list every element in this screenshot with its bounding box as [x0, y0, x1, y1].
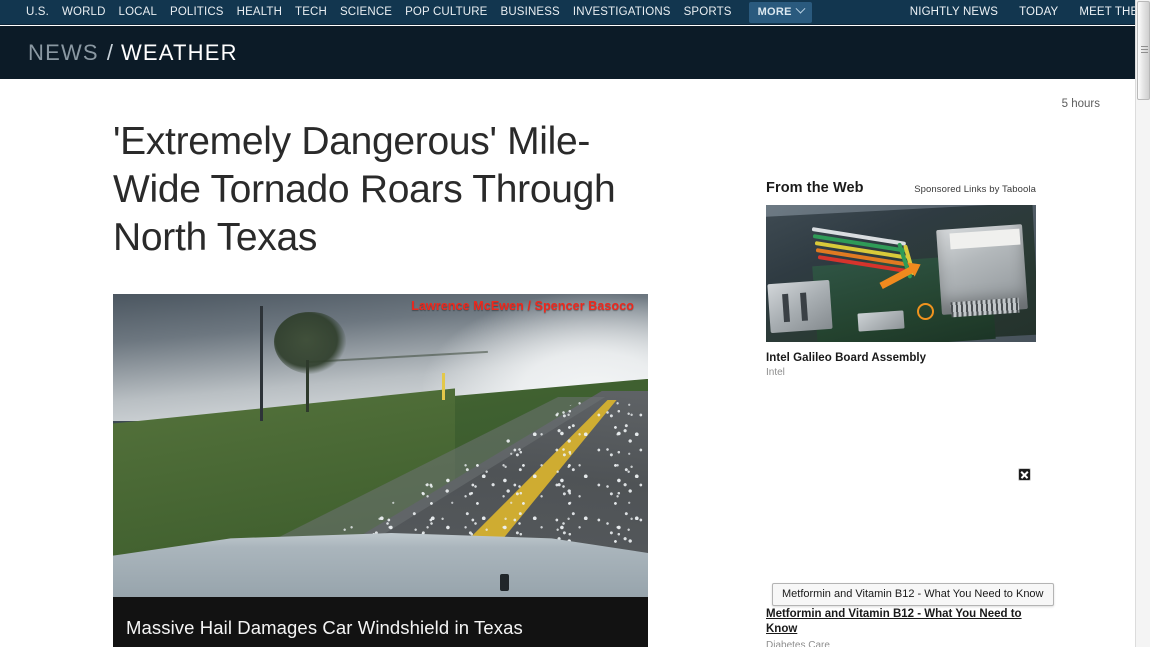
- nav-item-politics[interactable]: POLITICS: [170, 0, 224, 24]
- article-main-column: 'Extremely Dangerous' Mile-Wide Tornado …: [113, 118, 648, 647]
- video-utility-pole: [260, 306, 263, 422]
- from-the-web-title: From the Web: [766, 180, 864, 196]
- sponsored-ad-source-intel: Intel: [766, 367, 785, 378]
- more-menu-button[interactable]: MORE: [748, 1, 812, 23]
- nav-item-meet-the-press[interactable]: MEET THE PRESS: [1079, 0, 1135, 24]
- scrollbar-thumb[interactable]: [1137, 1, 1150, 100]
- sponsored-ad-metformin: Metformin and Vitamin B12 - What You Nee…: [766, 607, 1036, 647]
- breadcrumb-weather[interactable]: WEATHER: [121, 40, 238, 66]
- chevron-down-icon: [795, 3, 806, 14]
- article-video-player[interactable]: Lawrence McEwen / Spencer Basoco: [113, 294, 648, 597]
- sponsored-ad-source-metformin: Diabetes Care: [766, 640, 830, 647]
- video-roadside-marker: [442, 372, 446, 401]
- top-navigation-bar: U.S. WORLD LOCAL POLITICS HEALTH TECH SC…: [0, 0, 1135, 25]
- nav-item-us[interactable]: U.S.: [26, 0, 49, 24]
- section-header: NEWS / WEATHER: [0, 26, 1135, 79]
- sponsored-ad-title-metformin[interactable]: Metformin and Vitamin B12 - What You Nee…: [766, 607, 1036, 637]
- nav-item-health[interactable]: HEALTH: [237, 0, 282, 24]
- nav-item-nightly-news[interactable]: NIGHTLY NEWS: [910, 0, 998, 24]
- video-tree-trunk: [305, 360, 309, 413]
- page-content: 5 hours 'Extremely Dangerous' Mile-Wide …: [0, 80, 1135, 647]
- article-timestamp: 5 hours: [1061, 98, 1100, 110]
- nav-item-world[interactable]: WORLD: [62, 0, 106, 24]
- video-tree: [273, 312, 346, 421]
- video-tree-crown: [273, 312, 346, 375]
- video-credit-overlay: Lawrence McEwen / Spencer Basoco: [411, 299, 634, 313]
- sidebar-from-the-web: From the Web Sponsored Links by Taboola: [766, 180, 1036, 378]
- nav-item-tech[interactable]: TECH: [295, 0, 327, 24]
- ad-link-tooltip: Metformin and Vitamin B12 - What You Nee…: [772, 583, 1054, 606]
- nav-item-pop-culture[interactable]: POP CULTURE: [405, 0, 487, 24]
- close-icon[interactable]: [1018, 468, 1031, 481]
- vertical-scrollbar[interactable]: [1135, 0, 1150, 647]
- from-the-web-header: From the Web Sponsored Links by Taboola: [766, 180, 1036, 196]
- video-caption-bar: Massive Hail Damages Car Windshield in T…: [113, 597, 648, 647]
- ribbon-wires: [811, 221, 952, 279]
- secondary-nav-links: NIGHTLY NEWS TODAY MEET THE PRESS DATELI…: [910, 0, 1135, 24]
- video-caption-title: Massive Hail Damages Car Windshield in T…: [126, 617, 523, 638]
- more-menu-label: MORE: [757, 5, 792, 18]
- sponsored-ad-title-intel[interactable]: Intel Galileo Board Assembly: [766, 352, 1036, 364]
- video-wiper: [499, 573, 509, 591]
- nav-item-local[interactable]: LOCAL: [119, 0, 157, 24]
- scrollbar-grip-icon: [1141, 46, 1148, 53]
- page-root: U.S. WORLD LOCAL POLITICS HEALTH TECH SC…: [0, 0, 1150, 647]
- breadcrumb-separator: /: [106, 39, 113, 65]
- micro-usb-port-icon: [857, 310, 905, 332]
- nav-item-today[interactable]: TODAY: [1019, 0, 1058, 24]
- usb-port-icon: [767, 279, 833, 334]
- primary-nav-links: U.S. WORLD LOCAL POLITICS HEALTH TECH SC…: [0, 0, 812, 24]
- nav-item-business[interactable]: BUSINESS: [501, 0, 560, 24]
- article-headline: 'Extremely Dangerous' Mile-Wide Tornado …: [113, 120, 616, 259]
- nav-item-investigations[interactable]: INVESTIGATIONS: [573, 0, 671, 24]
- sponsored-ad-image-intel[interactable]: [766, 205, 1036, 342]
- nav-item-sports[interactable]: SPORTS: [684, 0, 732, 24]
- from-the-web-attribution: Sponsored Links by Taboola: [914, 184, 1036, 195]
- breadcrumb-news[interactable]: NEWS: [28, 40, 99, 66]
- nav-item-science[interactable]: SCIENCE: [340, 0, 392, 24]
